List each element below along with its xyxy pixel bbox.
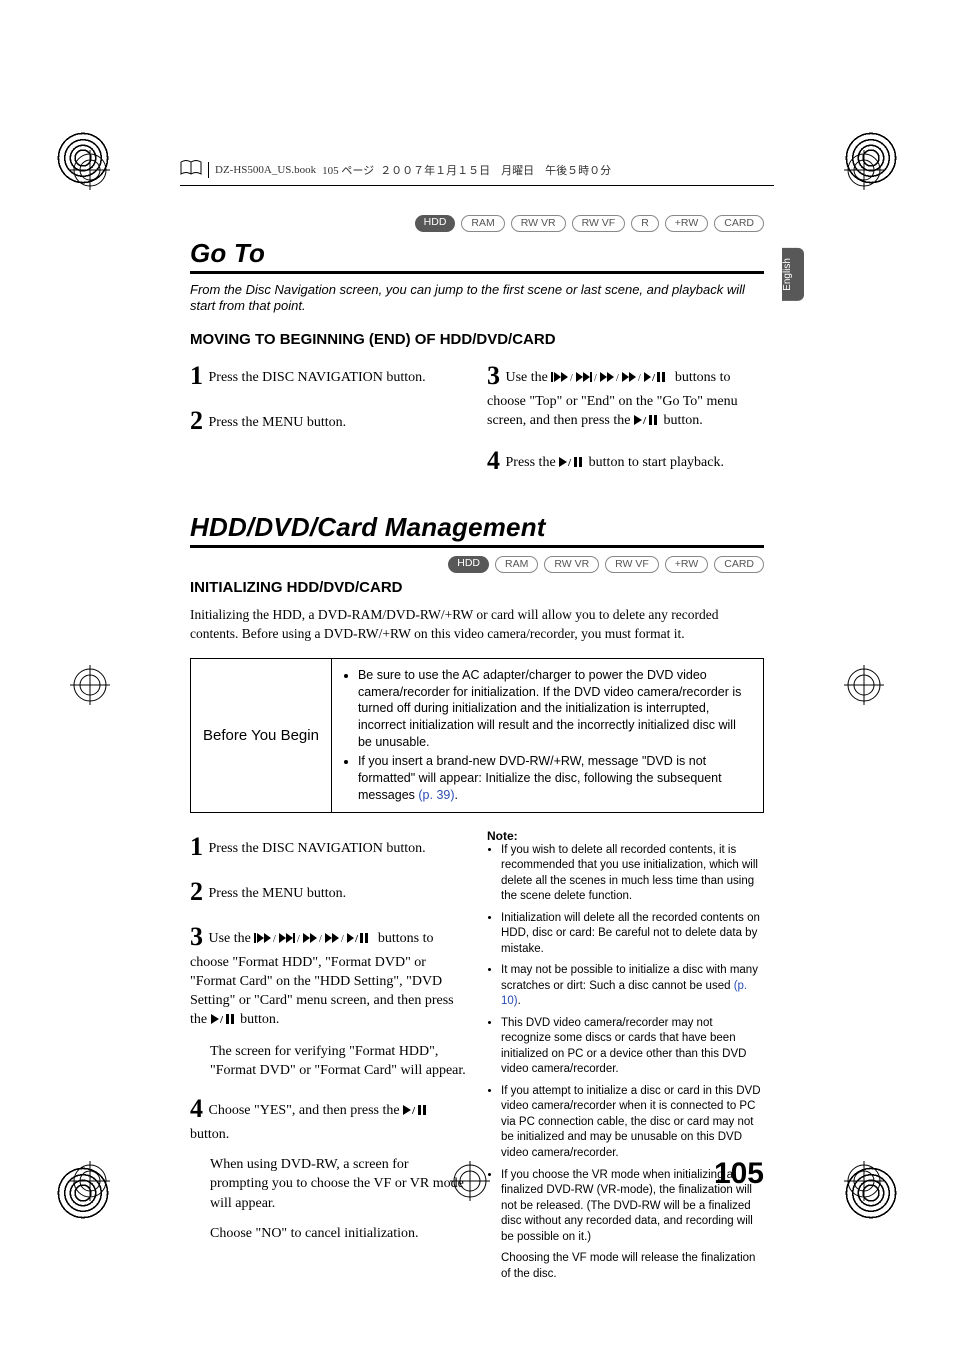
- running-head-filename: DZ-HS500A_US.book: [215, 164, 316, 176]
- step-text: button.: [190, 1127, 229, 1142]
- step-text: Press the MENU button.: [209, 415, 347, 430]
- svg-text:/: /: [638, 373, 641, 383]
- subhead-initializing: INITIALIZING HDD/DVD/CARD: [190, 579, 764, 596]
- running-head: DZ-HS500A_US.book 105 ページ ２００７年１月１５日 月曜日…: [180, 160, 774, 186]
- note-text: It may not be possible to initialize a d…: [501, 964, 758, 992]
- step-text: Use the: [209, 931, 255, 946]
- step-text: Choose "YES", and then press the: [209, 1103, 404, 1118]
- note-follow: Choosing the VF mode will release the fi…: [501, 1251, 764, 1282]
- note-tail: .: [518, 995, 521, 1007]
- step-3: 3 Use the ///// buttons to choose "Top" …: [487, 358, 764, 433]
- badge-ram: RAM: [495, 556, 538, 573]
- badge-rwvr: RW VR: [544, 556, 599, 573]
- svg-text:/: /: [594, 373, 597, 383]
- byb-item-text: If you insert a brand-new DVD-RW/+RW, me…: [358, 754, 722, 802]
- svg-text:/: /: [273, 934, 276, 944]
- note-item: If you wish to delete all recorded conte…: [501, 843, 764, 905]
- byb-tail: .: [455, 788, 458, 802]
- badge-card: CARD: [714, 215, 764, 232]
- play-pause-icon: /: [211, 1013, 237, 1032]
- note-label: Note:: [487, 829, 518, 843]
- step-follow: When using DVD-RW, a screen for promptin…: [210, 1155, 467, 1214]
- badge-plusrw: +RW: [665, 215, 708, 232]
- step-text: Press the DISC NAVIGATION button.: [209, 841, 426, 856]
- note-item: It may not be possible to initialize a d…: [501, 963, 764, 1010]
- before-you-begin-block: Before You Begin Be sure to use the AC a…: [190, 658, 764, 813]
- svg-text:/: /: [354, 933, 359, 944]
- byb-item: If you insert a brand-new DVD-RW/+RW, me…: [358, 753, 753, 804]
- section-title-goto: Go To: [190, 238, 764, 274]
- svg-text:/: /: [570, 373, 573, 383]
- play-pause-icon: /: [559, 456, 585, 475]
- step-text: Press the DISC NAVIGATION button.: [209, 370, 426, 385]
- book-icon: [180, 160, 202, 179]
- section-intro: From the Disc Navigation screen, you can…: [190, 282, 764, 316]
- prev-next-rewind-forward-playpause-icon: / / / / /: [551, 371, 671, 390]
- registration-mark-icon: [844, 150, 884, 190]
- badge-card: CARD: [714, 556, 764, 573]
- badge-r: R: [631, 215, 659, 232]
- note-item: If you attempt to initialize a disc or c…: [501, 1084, 764, 1162]
- step-2: 2 Press the MENU button.: [190, 874, 467, 909]
- registration-mark-icon: [70, 665, 110, 705]
- svg-text:/: /: [411, 1105, 416, 1116]
- svg-text:/: /: [219, 1014, 224, 1025]
- badge-hdd: HDD: [415, 215, 456, 232]
- media-badge-row: HDD RAM RW VR RW VF +RW CARD: [190, 556, 764, 573]
- step-3: 3 Use the ///// buttons to choose "Forma…: [190, 919, 467, 1081]
- language-tab: English: [782, 248, 804, 301]
- step-1: 1 Press the DISC NAVIGATION button.: [190, 358, 467, 393]
- svg-text:/: /: [616, 373, 619, 383]
- badge-plusrw: +RW: [665, 556, 708, 573]
- step-text: Press the MENU button.: [209, 886, 347, 901]
- play-pause-icon: /: [634, 414, 660, 433]
- page-content: HDD RAM RW VR RW VF R +RW CARD Go To Fro…: [190, 215, 764, 1191]
- media-badge-row: HDD RAM RW VR RW VF R +RW CARD: [190, 215, 764, 232]
- registration-mark-icon: [844, 665, 884, 705]
- step-follow: The screen for verifying "Format HDD", "…: [210, 1042, 467, 1081]
- badge-rwvr: RW VR: [511, 215, 566, 232]
- registration-mark-icon: [70, 1161, 110, 1201]
- step-4: 4 Press the / button to start playback.: [487, 443, 764, 478]
- prev-next-rewind-forward-playpause-icon: / / / / /: [254, 932, 374, 951]
- step-4: 4 Choose "YES", and then press the / but…: [190, 1091, 467, 1243]
- step-text: Press the: [506, 455, 560, 470]
- svg-text:/: /: [651, 372, 656, 383]
- svg-text:/: /: [642, 415, 647, 426]
- step-1: 1 Press the DISC NAVIGATION button.: [190, 829, 467, 864]
- svg-text:/: /: [567, 457, 572, 468]
- registration-mark-icon: [70, 150, 110, 190]
- step-2: 2 Press the MENU button.: [190, 403, 467, 438]
- note-item: Initialization will delete all the recor…: [501, 911, 764, 958]
- running-head-date: ２００７年１月１５日 月曜日 午後５時０分: [380, 162, 611, 178]
- section-title-management: HDD/DVD/Card Management: [190, 512, 764, 548]
- step-text: button.: [237, 1012, 280, 1027]
- badge-rwvf: RW VF: [605, 556, 659, 573]
- running-head-page: 105 ページ: [322, 162, 374, 178]
- step-text: button.: [660, 413, 703, 428]
- step-follow: Choose "NO" to cancel initialization.: [210, 1224, 467, 1244]
- registration-mark-icon: [844, 1161, 884, 1201]
- badge-hdd: HDD: [448, 556, 489, 573]
- section-intro: Initializing the HDD, a DVD-RAM/DVD-RW/+…: [190, 606, 764, 644]
- note-heading: Note:: [487, 829, 764, 843]
- svg-text:/: /: [341, 934, 344, 944]
- badge-rwvf: RW VF: [572, 215, 626, 232]
- svg-text:/: /: [319, 934, 322, 944]
- badge-ram: RAM: [461, 215, 504, 232]
- before-you-begin-label: Before You Begin: [191, 659, 332, 812]
- page-number: 105: [714, 1157, 764, 1191]
- byb-item: Be sure to use the AC adapter/charger to…: [358, 667, 753, 751]
- page-link[interactable]: (p. 39): [418, 788, 454, 802]
- subhead-moving: MOVING TO BEGINNING (END) OF HDD/DVD/CAR…: [190, 331, 764, 348]
- step-text: button to start playback.: [585, 455, 724, 470]
- play-pause-icon: /: [403, 1104, 429, 1123]
- step-text: Use the: [506, 370, 552, 385]
- svg-text:/: /: [297, 934, 300, 944]
- note-item: This DVD video camera/recorder may not r…: [501, 1016, 764, 1078]
